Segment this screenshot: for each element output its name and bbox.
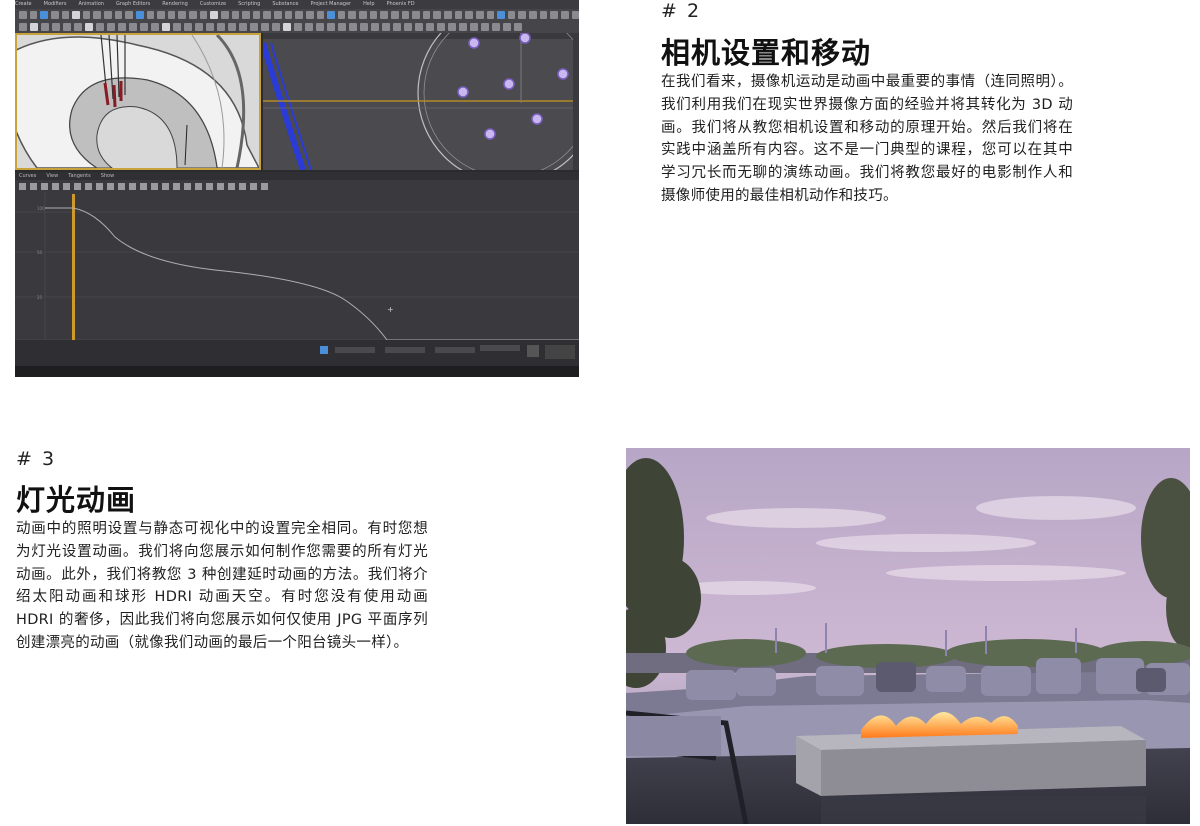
staircase-render bbox=[15, 33, 261, 169]
section-body: 在我们看来，摄像机运动是动画中最重要的事情（连同照明）。我们利用我们在现实世界摄… bbox=[661, 74, 1073, 204]
section-number: # 2 bbox=[661, 0, 702, 22]
terrace-photo bbox=[626, 448, 1190, 824]
menu-item[interactable]: Create bbox=[15, 1, 32, 7]
curve-menu-item[interactable]: Tangents bbox=[68, 173, 90, 179]
curve-menu-item[interactable]: Curves bbox=[19, 173, 36, 179]
menu-item[interactable]: Help bbox=[363, 1, 374, 7]
curve-menu-item[interactable]: Show bbox=[101, 173, 115, 179]
curve-menu-item[interactable]: View bbox=[46, 173, 58, 179]
svg-text:+: + bbox=[387, 305, 394, 314]
app-menubar: Create Modifiers Animation Graph Editors Ren… bbox=[15, 0, 579, 9]
section-number: # 3 bbox=[16, 448, 57, 470]
camera-animation-screenshot: Create Modifiers Animation Graph Editors Ren… bbox=[15, 0, 579, 377]
menu-item[interactable]: Project Manager bbox=[310, 1, 351, 7]
svg-text:25: 25 bbox=[37, 295, 43, 300]
svg-text:100: 100 bbox=[37, 206, 45, 211]
section-title: 相机设置和移动 bbox=[661, 36, 872, 70]
menu-item[interactable]: Customize bbox=[200, 1, 226, 7]
curve-editor-toolbar bbox=[15, 180, 579, 192]
section-title: 灯光动画 bbox=[16, 483, 137, 517]
menu-item[interactable]: Scripting bbox=[238, 1, 260, 7]
status-bar bbox=[15, 340, 579, 366]
svg-text:50: 50 bbox=[37, 250, 43, 255]
menu-item[interactable]: Substance bbox=[272, 1, 298, 7]
top-viewport[interactable] bbox=[263, 33, 579, 170]
menu-item[interactable]: Phoenix FD bbox=[387, 1, 415, 7]
animation-curve-graph: + 100 50 25 bbox=[15, 192, 579, 362]
menu-item[interactable]: Graph Editors bbox=[116, 1, 150, 7]
app-toolbar bbox=[15, 9, 579, 33]
curve-editor-menu: Curves View Tangents Show bbox=[15, 172, 579, 180]
top-view-scene bbox=[263, 33, 579, 170]
menu-item[interactable]: Modifiers bbox=[44, 1, 67, 7]
menu-item[interactable]: Rendering bbox=[162, 1, 188, 7]
status-controls bbox=[15, 340, 579, 366]
curve-editor[interactable]: Curves View Tangents Show + 100 50 25 bbox=[15, 172, 579, 362]
bottom-strip bbox=[15, 366, 579, 377]
section-body: 动画中的照明设置与静态可视化中的设置完全相同。有时您想为灯光设置动画。我们将向您… bbox=[16, 521, 428, 651]
menu-item[interactable]: Animation bbox=[78, 1, 104, 7]
rooftop-terrace-image bbox=[626, 448, 1190, 824]
perspective-viewport[interactable] bbox=[15, 33, 261, 170]
